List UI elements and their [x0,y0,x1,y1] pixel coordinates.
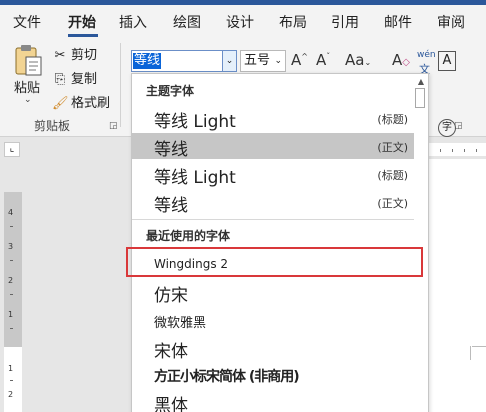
tab-insert[interactable]: 插入 [119,12,147,32]
copy-button[interactable]: ⎘ 复制 [52,68,98,87]
ribbon-tab-bar: 文件 开始 插入 绘图 设计 布局 引用 邮件 审阅 [0,5,486,37]
ruler-number: 1 [8,310,14,319]
recent-fonts-header: 最近使用的字体 [146,229,231,243]
paintbrush-icon: 🖌 [52,96,69,111]
font-option-name: 等线 Light [154,168,236,188]
clipboard-group-label: 剪贴板 [34,119,71,133]
font-option-dengxian-light-heading[interactable]: 等线 Light (标题) [132,105,414,132]
margin-mark [470,346,471,360]
clipboard-dialog-launcher-icon[interactable]: ◲ [109,121,118,131]
clear-formatting-icon[interactable]: A◇ [392,51,410,69]
ruler-tick [10,294,13,295]
theme-fonts-header: 主题字体 [146,84,195,98]
section-divider [132,219,414,220]
group-divider [120,43,121,127]
tab-design[interactable]: 设计 [226,12,254,32]
ruler-tick [10,260,13,261]
cut-label: 剪切 [71,48,98,63]
font-option-heiti[interactable]: 黑体 [132,388,414,412]
tab-draw[interactable]: 绘图 [173,12,201,32]
font-option-tag: (标题) [377,169,408,182]
tab-mailings[interactable]: 邮件 [384,12,412,32]
font-size-combobox[interactable]: 五号 ⌄ [240,50,286,72]
ruler-number: 1 [8,364,14,373]
font-option-dengxian-body[interactable]: 等线 (正文) [132,133,414,160]
tab-references[interactable]: 引用 [331,12,359,32]
copy-label: 复制 [71,72,98,87]
font-name-combobox[interactable]: 等线 [131,50,223,72]
ruler-tick [452,149,453,152]
ruler-text-area [428,143,486,156]
paste-label: 粘贴 [14,81,41,96]
change-case-icon[interactable]: Aa⌄ [345,51,371,69]
font-option-name: 等线 Light [154,112,236,132]
font-option-songti[interactable]: 宋体 [132,334,414,362]
font-option-microsoft-yahei[interactable]: 微软雅黑 [132,306,414,332]
tab-review[interactable]: 审阅 [437,12,465,32]
word-window: 文件 开始 插入 绘图 设计 布局 引用 邮件 审阅 粘贴 ⌄ ✂ 剪切 ⎘ 复制 [0,0,486,412]
shrink-font-icon[interactable]: Aˇ [316,51,330,69]
tab-selector-icon[interactable]: ⌞ [4,142,20,157]
font-dialog-launcher-icon[interactable]: ◲ [454,121,463,131]
ruler-number: 4 [8,208,14,217]
ruler-number: 2 [8,276,14,285]
font-size-value: 五号 [244,53,271,68]
ruler-tick [10,380,13,381]
clipboard-icon [15,45,42,76]
phonetic-guide-top: wén [417,50,436,60]
font-option-name: 微软雅黑 [154,316,207,331]
chevron-down-icon: ⌄ [274,56,282,66]
document-page[interactable] [427,159,486,412]
font-dropdown-list[interactable]: ▲ 主题字体 等线 Light (标题) 等线 (正文) 等线 Light (标… [131,73,429,412]
annotation-highlight-box [126,247,423,277]
font-option-tag: (标题) [377,113,408,126]
ruler-tick [10,328,13,329]
font-option-name: 方正小标宋简体 (非商用) [154,369,300,385]
ruler-number: 2 [8,390,14,399]
margin-mark [472,346,486,347]
font-option-name: 黑体 [154,396,188,412]
dropdown-scrollbar[interactable]: ▲ [412,74,428,412]
font-name-dropdown-button[interactable]: ⌄ [223,50,237,72]
scrollbar-thumb[interactable] [415,88,425,108]
ruler-tick [440,149,441,152]
font-name-value: 等线 [133,53,162,69]
font-option-name: 仿宋 [154,286,188,306]
font-option-dengxian-light-heading[interactable]: 等线 Light (标题) [132,161,414,188]
tab-home[interactable]: 开始 [68,12,96,32]
paste-options-chevron-icon[interactable]: ⌄ [24,95,32,105]
cut-button[interactable]: ✂ 剪切 [52,44,98,63]
grow-font-icon[interactable]: A^ [291,51,308,69]
font-option-fangzheng-xiaobiaosong[interactable]: 方正小标宋简体 (非商用) [132,361,414,387]
chevron-down-icon: ⌄ [225,56,234,66]
copy-icon: ⎘ [54,72,66,87]
format-painter-label: 格式刷 [71,96,111,111]
ruler-tick [476,149,477,152]
scroll-up-arrow-icon[interactable]: ▲ [418,77,424,86]
font-option-fangsong[interactable]: 仿宋 [132,278,414,306]
font-option-tag: (正文) [377,197,408,210]
character-border-icon[interactable]: A [438,51,456,71]
tab-file[interactable]: 文件 [13,12,41,32]
scissors-icon: ✂ [54,48,66,63]
font-option-name: 等线 [154,196,188,216]
format-painter-button[interactable]: 🖌 格式刷 [52,92,111,111]
font-option-dengxian-body[interactable]: 等线 (正文) [132,189,414,216]
font-option-name: 宋体 [154,342,188,362]
ruler-tick [464,149,465,152]
tab-layout[interactable]: 布局 [279,12,307,32]
ruler-number: 3 [8,242,14,251]
ruler-tick [10,226,13,227]
font-option-tag: (正文) [377,141,408,154]
font-option-name: 等线 [154,140,188,160]
